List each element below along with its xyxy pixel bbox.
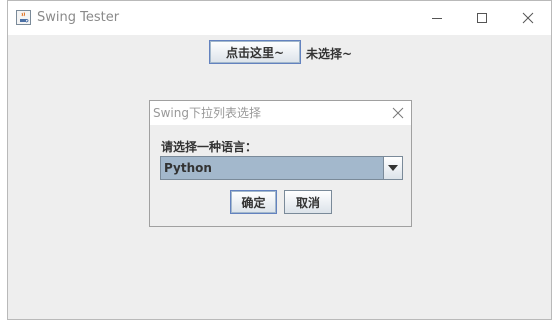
combobox-dropdown-button[interactable] — [383, 157, 402, 179]
java-coffee-icon — [16, 10, 31, 25]
minimize-button[interactable] — [415, 1, 459, 35]
language-prompt-label: 请选择一种语言： — [161, 140, 258, 154]
maximize-button[interactable] — [460, 1, 504, 35]
close-button[interactable] — [506, 1, 550, 35]
chevron-down-icon — [388, 165, 398, 171]
combobox-selected-value: Python — [164, 161, 212, 175]
language-select-dialog: Swing下拉列表选择 请选择一种语言： Python 确定 取消 — [149, 100, 412, 227]
cancel-button[interactable]: 取消 — [284, 190, 332, 214]
language-combobox[interactable]: Python — [160, 156, 403, 180]
minimize-icon — [432, 18, 442, 19]
close-icon — [522, 12, 534, 24]
dialog-close-icon[interactable] — [391, 106, 405, 120]
click-here-button[interactable]: 点击这里~ — [209, 40, 301, 64]
selection-status-label: 未选择~ — [306, 47, 353, 61]
maximize-icon — [477, 13, 487, 23]
ok-button[interactable]: 确定 — [230, 190, 277, 214]
dialog-title-bar[interactable]: Swing下拉列表选择 — [150, 101, 411, 125]
window-title: Swing Tester — [37, 10, 120, 25]
main-window: Swing Tester 点击这里~ 未选择~ Swing下拉列表选择 请选择一… — [7, 0, 552, 320]
dialog-title: Swing下拉列表选择 — [153, 106, 261, 120]
content-panel: 点击这里~ 未选择~ Swing下拉列表选择 请选择一种语言： Python 确… — [8, 35, 551, 319]
title-bar[interactable]: Swing Tester — [8, 1, 551, 35]
